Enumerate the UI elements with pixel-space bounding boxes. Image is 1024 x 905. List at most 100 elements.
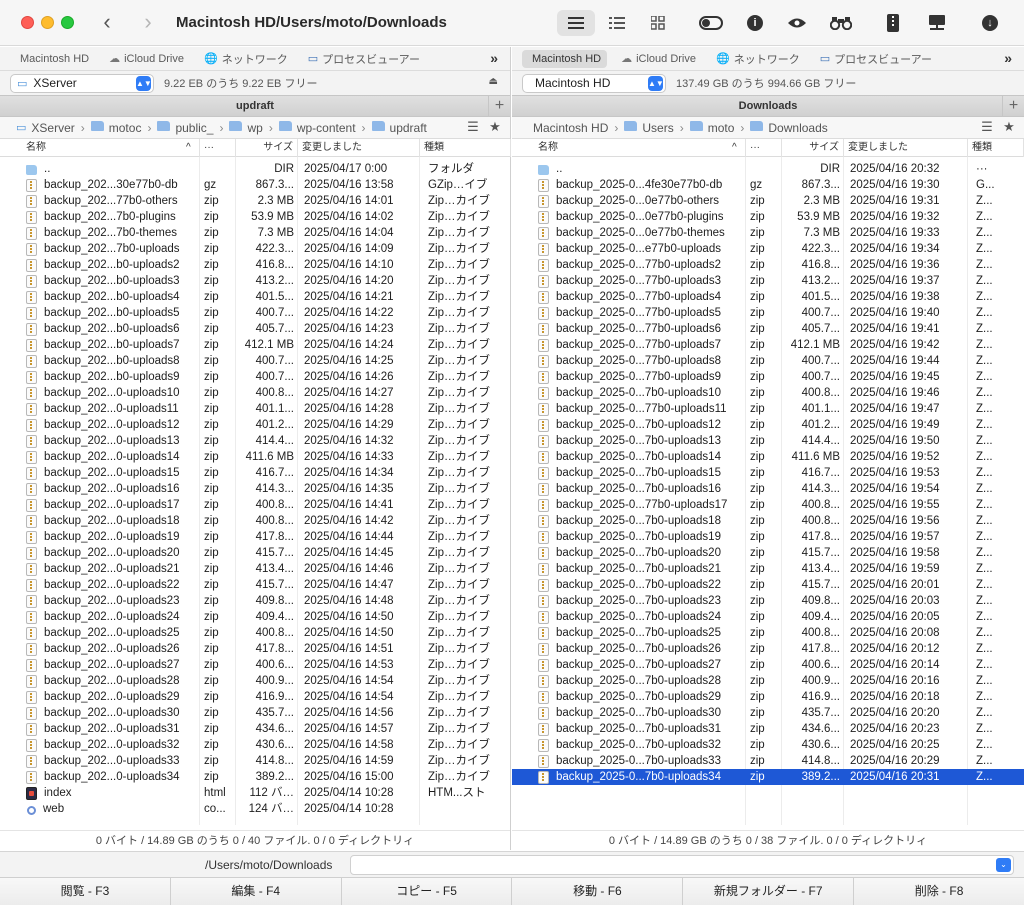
table-row[interactable]: backup_2025-0...7b0-uploads15 zip 416.7...… bbox=[512, 465, 1024, 481]
table-row[interactable]: backup_202...0-uploads34 zip 389.2... 2025/… bbox=[0, 769, 510, 785]
new-tab-button[interactable]: + bbox=[488, 96, 510, 116]
table-row[interactable]: backup_202...0-uploads24 zip 409.4... 2025/… bbox=[0, 609, 510, 625]
table-row[interactable]: backup_202...b0-uploads6 zip 405.7... 2025/… bbox=[0, 321, 510, 337]
delete-f8-button[interactable]: 削除 - F8 bbox=[854, 878, 1024, 905]
edit-f4-button[interactable]: 編集 - F4 bbox=[170, 878, 342, 905]
table-row[interactable]: backup_2025-0...7b0-uploads25 zip 400.8...… bbox=[512, 625, 1024, 641]
table-row[interactable]: index html 112 バ… 2025/04/14 10:28 HTM...スト bbox=[0, 785, 510, 801]
table-row[interactable]: backup_2025-0...77b0-uploads9 zip 400.7...… bbox=[512, 369, 1024, 385]
table-row[interactable]: backup_2025-0...7b0-uploads12 zip 401.2...… bbox=[512, 417, 1024, 433]
table-row[interactable]: backup_2025-0...7b0-uploads24 zip 409.4...… bbox=[512, 609, 1024, 625]
command-input[interactable]: ⌄ bbox=[350, 855, 1014, 875]
table-row[interactable]: backup_202...0-uploads12 zip 401.2... 2025/… bbox=[0, 417, 510, 433]
new-tab-button[interactable]: + bbox=[1002, 96, 1024, 116]
table-row[interactable]: backup_202...b0-uploads2 zip 416.8... 2025/… bbox=[0, 257, 510, 273]
back-button[interactable]: ‹ bbox=[97, 10, 117, 34]
table-row[interactable]: backup_2025-0...7b0-uploads18 zip 400.8...… bbox=[512, 513, 1024, 529]
breadcrumb-segment[interactable]: moto bbox=[689, 121, 734, 135]
table-row[interactable]: backup_2025-0...0e77b0-others zip 2.3 MB 20… bbox=[512, 193, 1024, 209]
volume-selector[interactable]: ▭ XServer ▲▼ bbox=[10, 73, 154, 93]
table-row[interactable]: backup_202...7b0-plugins zip 53.9 MB 2025/0… bbox=[0, 209, 510, 225]
table-row[interactable]: backup_2025-0...77b0-uploads2 zip 416.8...… bbox=[512, 257, 1024, 273]
table-row[interactable]: backup_2025-0...77b0-uploads11 zip 401.1..… bbox=[512, 401, 1024, 417]
table-row[interactable]: backup_2025-0...e77b0-uploads zip 422.3...… bbox=[512, 241, 1024, 257]
table-row[interactable]: backup_2025-0...0e77b0-plugins zip 53.9 MB… bbox=[512, 209, 1024, 225]
detail-view-icon[interactable] bbox=[598, 10, 636, 36]
table-row[interactable]: backup_202...0-uploads13 zip 414.4... 2025/… bbox=[0, 433, 510, 449]
table-row[interactable]: backup_2025-0...7b0-uploads22 zip 415.7...… bbox=[512, 577, 1024, 593]
column-ext-header[interactable]: ··· bbox=[746, 139, 782, 157]
binoculars-icon[interactable] bbox=[822, 10, 860, 36]
table-row[interactable]: backup_202...b0-uploads7 zip 412.1 MB 2025/… bbox=[0, 337, 510, 353]
table-row[interactable]: backup_202...0-uploads11 zip 401.1... 2025/… bbox=[0, 401, 510, 417]
breadcrumb-segment[interactable]: Users bbox=[624, 121, 674, 135]
table-row[interactable]: backup_202...0-uploads10 zip 400.8... 2025/… bbox=[0, 385, 510, 401]
eject-icon[interactable]: ⏏ bbox=[489, 76, 498, 87]
table-row[interactable]: backup_2025-0...77b0-uploads6 zip 405.7...… bbox=[512, 321, 1024, 337]
column-ext-header[interactable]: ··· bbox=[200, 139, 236, 157]
chevron-down-icon[interactable]: ⌄ bbox=[996, 858, 1011, 872]
forward-button[interactable]: › bbox=[138, 10, 158, 34]
column-modified-header[interactable]: 変更しました bbox=[298, 139, 420, 157]
favorite-cloud[interactable]: ☁ iCloud Drive bbox=[615, 50, 702, 68]
table-row[interactable]: backup_2025-0...7b0-uploads29 zip 416.9...… bbox=[512, 689, 1024, 705]
table-row[interactable]: backup_202...0-uploads33 zip 414.8... 2025/… bbox=[0, 753, 510, 769]
table-row[interactable]: backup_202...b0-uploads8 zip 400.7... 2025/… bbox=[0, 353, 510, 369]
table-row[interactable]: backup_2025-0...7b0-uploads28 zip 400.9...… bbox=[512, 673, 1024, 689]
table-row[interactable]: backup_202...0-uploads27 zip 400.6... 2025/… bbox=[0, 657, 510, 673]
column-size-header[interactable]: サイズ bbox=[236, 139, 298, 157]
table-row[interactable]: backup_2025-0...7b0-uploads21 zip 413.4...… bbox=[512, 561, 1024, 577]
move-f6-button[interactable]: 移動 - F6 bbox=[512, 878, 684, 905]
hidden-files-toggle-icon[interactable] bbox=[692, 10, 730, 36]
favorite-monitor[interactable]: ▭ プロセスビューアー bbox=[302, 50, 426, 68]
table-row[interactable]: backup_202...0-uploads21 zip 413.4... 2025/… bbox=[0, 561, 510, 577]
table-row[interactable]: backup_2025-0...0e77b0-themes zip 7.3 MB 20… bbox=[512, 225, 1024, 241]
table-row[interactable]: backup_2025-0...7b0-uploads34 zip 389.2...… bbox=[512, 769, 1024, 785]
table-row[interactable]: backup_202...7b0-themes zip 7.3 MB 2025/04/… bbox=[0, 225, 510, 241]
table-row[interactable]: backup_202...30e77b0-db gz 867.3... 2025/04… bbox=[0, 177, 510, 193]
table-row[interactable]: backup_202...0-uploads17 zip 400.8... 2025/… bbox=[0, 497, 510, 513]
table-row[interactable]: backup_202...7b0-uploads zip 422.3... 2025/… bbox=[0, 241, 510, 257]
table-row[interactable]: backup_2025-0...77b0-uploads4 zip 401.5...… bbox=[512, 289, 1024, 305]
table-row[interactable]: backup_2025-0...7b0-uploads20 zip 415.7...… bbox=[512, 545, 1024, 561]
table-row[interactable]: backup_2025-0...77b0-uploads5 zip 400.7...… bbox=[512, 305, 1024, 321]
column-kind-header[interactable]: 種類 bbox=[420, 139, 511, 157]
table-row[interactable]: backup_202...0-uploads25 zip 400.8... 2025/… bbox=[0, 625, 510, 641]
column-name-header[interactable]: 名称 bbox=[522, 139, 746, 157]
table-row[interactable]: backup_202...b0-uploads4 zip 401.5... 2025/… bbox=[0, 289, 510, 305]
column-name-header[interactable]: 名称 bbox=[10, 139, 200, 157]
list-view-icon[interactable] bbox=[557, 10, 595, 36]
breadcrumb-segment[interactable]: public_ bbox=[157, 121, 213, 135]
info-icon[interactable]: i bbox=[736, 10, 774, 36]
table-row[interactable]: backup_202...0-uploads32 zip 430.6... 2025/… bbox=[0, 737, 510, 753]
table-row[interactable]: backup_2025-0...7b0-uploads19 zip 417.8...… bbox=[512, 529, 1024, 545]
favorite-apple[interactable]: Macintosh HD bbox=[522, 49, 608, 68]
table-row[interactable]: backup_2025-0...7b0-uploads13 zip 414.4...… bbox=[512, 433, 1024, 449]
star-icon[interactable]: ★ bbox=[486, 119, 504, 135]
table-row[interactable]: backup_2025-0...7b0-uploads16 zip 414.3...… bbox=[512, 481, 1024, 497]
preview-eye-icon[interactable] bbox=[778, 10, 816, 36]
table-row[interactable]: backup_202...0-uploads28 zip 400.9... 2025/… bbox=[0, 673, 510, 689]
network-drive-icon[interactable] bbox=[918, 10, 956, 36]
table-row[interactable]: backup_2025-0...7b0-uploads14 zip 411.6 MB… bbox=[512, 449, 1024, 465]
table-row[interactable]: backup_202...0-uploads23 zip 409.8... 2025/… bbox=[0, 593, 510, 609]
table-row[interactable]: backup_2025-0...7b0-uploads32 zip 430.6...… bbox=[512, 737, 1024, 753]
archive-icon[interactable] bbox=[874, 10, 912, 36]
table-row[interactable]: backup_202...b0-uploads3 zip 413.2... 2025/… bbox=[0, 273, 510, 289]
table-row[interactable]: backup_202...0-uploads18 zip 400.8... 2025/… bbox=[0, 513, 510, 529]
table-row[interactable]: backup_202...0-uploads14 zip 411.6 MB 2025/… bbox=[0, 449, 510, 465]
table-row[interactable]: backup_202...0-uploads26 zip 417.8... 2025/… bbox=[0, 641, 510, 657]
volume-selector[interactable]: Macintosh HD ▲▼ bbox=[522, 73, 666, 93]
zoom-window-button[interactable] bbox=[61, 16, 74, 29]
favorite-globe[interactable]: 🌐 ネットワーク bbox=[198, 50, 294, 68]
star-icon[interactable]: ★ bbox=[1000, 119, 1018, 135]
table-row[interactable]: backup_2025-0...7b0-uploads26 zip 417.8...… bbox=[512, 641, 1024, 657]
column-size-header[interactable]: サイズ bbox=[782, 139, 844, 157]
more-favorites-icon[interactable]: » bbox=[490, 50, 498, 66]
download-icon[interactable]: ↓ bbox=[971, 10, 1009, 36]
close-window-button[interactable] bbox=[21, 16, 34, 29]
table-row[interactable]: backup_202...0-uploads30 zip 435.7... 2025/… bbox=[0, 705, 510, 721]
table-row[interactable]: backup_2025-0...77b0-uploads7 zip 412.1 MB… bbox=[512, 337, 1024, 353]
new-folder-f7-button[interactable]: 新規フォルダー - F7 bbox=[683, 878, 855, 905]
table-row[interactable]: backup_2025-0...7b0-uploads23 zip 409.8...… bbox=[512, 593, 1024, 609]
